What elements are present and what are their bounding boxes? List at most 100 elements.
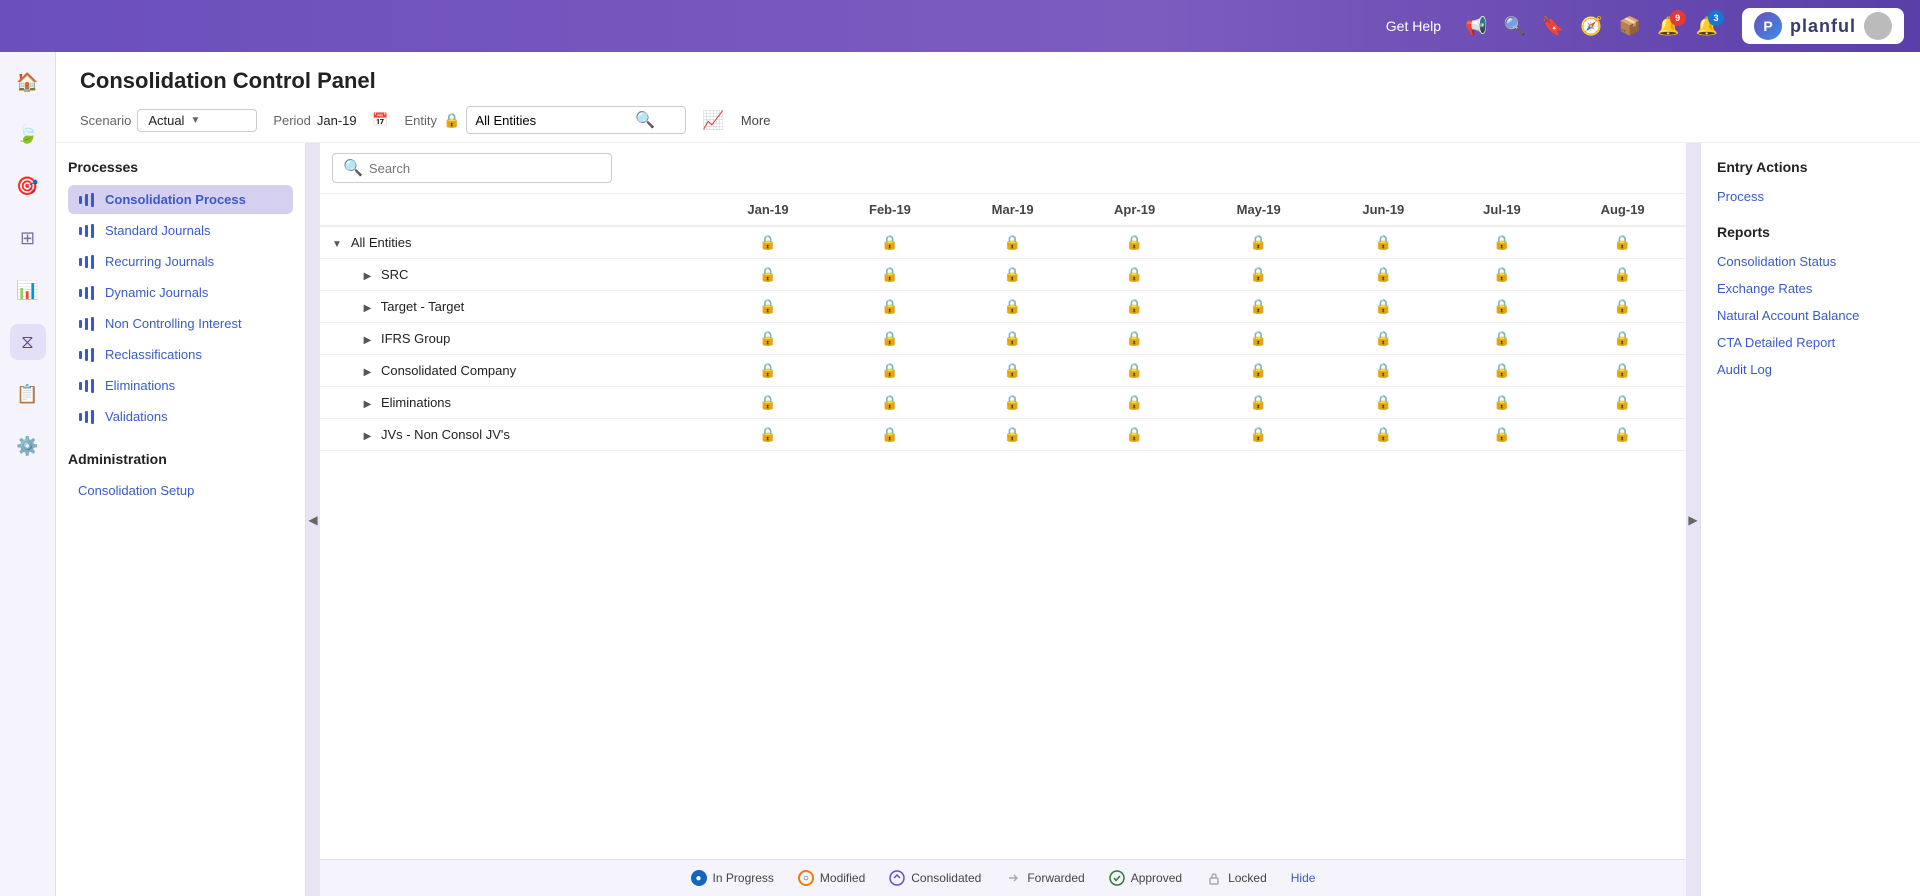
process-item-eliminations[interactable]: Eliminations bbox=[68, 371, 293, 400]
calendar-icon[interactable]: 📅 bbox=[372, 112, 388, 128]
nav-leaf-icon[interactable]: 🍃 bbox=[10, 116, 46, 152]
cell-ifrs-jan[interactable]: 🔒 bbox=[707, 323, 828, 355]
cell-jv-mar[interactable]: 🔒 bbox=[951, 419, 1074, 451]
cell-jv-apr[interactable]: 🔒 bbox=[1074, 419, 1195, 451]
table-search-input[interactable] bbox=[369, 161, 601, 176]
cell-jv-jul[interactable]: 🔒 bbox=[1445, 419, 1560, 451]
cell-tgt-may[interactable]: 🔒 bbox=[1195, 291, 1322, 323]
cell-cc-may[interactable]: 🔒 bbox=[1195, 355, 1322, 387]
cell-tgt-apr[interactable]: 🔒 bbox=[1074, 291, 1195, 323]
cell-src-jul[interactable]: 🔒 bbox=[1445, 259, 1560, 291]
expand-consolidated-btn[interactable]: ▶ bbox=[364, 367, 372, 378]
user-avatar[interactable] bbox=[1864, 12, 1892, 40]
cell-el-jan[interactable]: 🔒 bbox=[707, 387, 828, 419]
cell-tgt-jun[interactable]: 🔒 bbox=[1322, 291, 1445, 323]
announcements-icon[interactable]: 📢 bbox=[1465, 16, 1487, 37]
process-item-validations[interactable]: Validations bbox=[68, 402, 293, 431]
cell-tgt-jan[interactable]: 🔒 bbox=[707, 291, 828, 323]
process-item-reclassifications[interactable]: Reclassifications bbox=[68, 340, 293, 369]
consolidation-status-link[interactable]: Consolidation Status bbox=[1717, 250, 1904, 273]
process-item-recurring-journals[interactable]: Recurring Journals bbox=[68, 247, 293, 276]
cell-tgt-feb[interactable]: 🔒 bbox=[829, 291, 952, 323]
process-item-non-controlling-interest[interactable]: Non Controlling Interest bbox=[68, 309, 293, 338]
audit-log-link[interactable]: Audit Log bbox=[1717, 358, 1904, 381]
process-item-standard-journals[interactable]: Standard Journals bbox=[68, 216, 293, 245]
nav-chart-icon[interactable]: 📊 bbox=[10, 272, 46, 308]
collapse-right-handle[interactable]: ▶ bbox=[1686, 143, 1700, 896]
cell-ifrs-feb[interactable]: 🔒 bbox=[829, 323, 952, 355]
trend-icon[interactable]: 📈 bbox=[702, 110, 724, 131]
cell-all-aug[interactable]: 🔒 bbox=[1559, 226, 1686, 259]
table-search-wrap[interactable]: 🔍 bbox=[332, 153, 612, 183]
entity-search-input[interactable] bbox=[475, 113, 635, 128]
cell-jv-jan[interactable]: 🔒 bbox=[707, 419, 828, 451]
cell-el-feb[interactable]: 🔒 bbox=[829, 387, 952, 419]
cell-el-jun[interactable]: 🔒 bbox=[1322, 387, 1445, 419]
bookmark-icon[interactable]: 🔖 bbox=[1542, 16, 1564, 37]
legend-hide[interactable]: Hide bbox=[1291, 871, 1316, 885]
nav-settings-icon[interactable]: ⚙️ bbox=[10, 428, 46, 464]
more-button[interactable]: More bbox=[741, 113, 771, 128]
expand-jvs-btn[interactable]: ▶ bbox=[364, 431, 372, 442]
cell-all-may[interactable]: 🔒 bbox=[1195, 226, 1322, 259]
expand-ifrs-btn[interactable]: ▶ bbox=[364, 335, 372, 346]
cell-tgt-aug[interactable]: 🔒 bbox=[1559, 291, 1686, 323]
cell-ifrs-may[interactable]: 🔒 bbox=[1195, 323, 1322, 355]
expand-src-btn[interactable]: ▶ bbox=[364, 271, 372, 282]
cell-el-apr[interactable]: 🔒 bbox=[1074, 387, 1195, 419]
entity-search-box[interactable]: 🔍 bbox=[466, 106, 686, 134]
compass-icon[interactable]: 🧭 bbox=[1580, 16, 1602, 37]
scenario-dropdown[interactable]: Actual ▼ bbox=[137, 109, 257, 132]
collapse-left-handle[interactable]: ◀ bbox=[306, 143, 320, 896]
nav-target-icon[interactable]: 🎯 bbox=[10, 168, 46, 204]
cell-jv-aug[interactable]: 🔒 bbox=[1559, 419, 1686, 451]
cell-tgt-mar[interactable]: 🔒 bbox=[951, 291, 1074, 323]
cell-ifrs-mar[interactable]: 🔒 bbox=[951, 323, 1074, 355]
cell-all-apr[interactable]: 🔒 bbox=[1074, 226, 1195, 259]
exchange-rates-link[interactable]: Exchange Rates bbox=[1717, 277, 1904, 300]
process-link[interactable]: Process bbox=[1717, 185, 1904, 208]
process-item-dynamic-journals[interactable]: Dynamic Journals bbox=[68, 278, 293, 307]
consolidation-setup-link[interactable]: Consolidation Setup bbox=[68, 477, 293, 504]
notifications-icon[interactable]: 🔔 9 bbox=[1657, 16, 1679, 37]
alerts-icon[interactable]: 🔔 3 bbox=[1696, 16, 1718, 37]
cell-all-jun[interactable]: 🔒 bbox=[1322, 226, 1445, 259]
cta-detailed-report-link[interactable]: CTA Detailed Report bbox=[1717, 331, 1904, 354]
cell-el-mar[interactable]: 🔒 bbox=[951, 387, 1074, 419]
cell-cc-feb[interactable]: 🔒 bbox=[829, 355, 952, 387]
cell-cc-apr[interactable]: 🔒 bbox=[1074, 355, 1195, 387]
process-item-consolidation-process[interactable]: Consolidation Process bbox=[68, 185, 293, 214]
cell-cc-mar[interactable]: 🔒 bbox=[951, 355, 1074, 387]
nav-home-icon[interactable]: 🏠 bbox=[10, 64, 46, 100]
cell-src-jun[interactable]: 🔒 bbox=[1322, 259, 1445, 291]
cell-jv-feb[interactable]: 🔒 bbox=[829, 419, 952, 451]
cell-ifrs-jun[interactable]: 🔒 bbox=[1322, 323, 1445, 355]
cell-el-jul[interactable]: 🔒 bbox=[1445, 387, 1560, 419]
cell-src-mar[interactable]: 🔒 bbox=[951, 259, 1074, 291]
hide-label[interactable]: Hide bbox=[1291, 871, 1316, 885]
cell-ifrs-apr[interactable]: 🔒 bbox=[1074, 323, 1195, 355]
cell-src-jan[interactable]: 🔒 bbox=[707, 259, 828, 291]
nav-consolidation-icon[interactable]: ⧖ bbox=[10, 324, 46, 360]
expand-eliminations-btn[interactable]: ▶ bbox=[364, 399, 372, 410]
cell-cc-jun[interactable]: 🔒 bbox=[1322, 355, 1445, 387]
cell-all-mar[interactable]: 🔒 bbox=[951, 226, 1074, 259]
cell-cc-jan[interactable]: 🔒 bbox=[707, 355, 828, 387]
natural-account-balance-link[interactable]: Natural Account Balance bbox=[1717, 304, 1904, 327]
expand-target-btn[interactable]: ▶ bbox=[364, 303, 372, 314]
cell-jv-may[interactable]: 🔒 bbox=[1195, 419, 1322, 451]
cell-ifrs-aug[interactable]: 🔒 bbox=[1559, 323, 1686, 355]
cell-el-aug[interactable]: 🔒 bbox=[1559, 387, 1686, 419]
cell-ifrs-jul[interactable]: 🔒 bbox=[1445, 323, 1560, 355]
cell-src-may[interactable]: 🔒 bbox=[1195, 259, 1322, 291]
cell-src-feb[interactable]: 🔒 bbox=[829, 259, 952, 291]
get-help-label[interactable]: Get Help bbox=[1386, 18, 1441, 34]
expand-all-entities-btn[interactable]: ▼ bbox=[332, 239, 342, 250]
nav-grid-icon[interactable]: ⊞ bbox=[10, 220, 46, 256]
cell-tgt-jul[interactable]: 🔒 bbox=[1445, 291, 1560, 323]
entity-search-icon[interactable]: 🔍 bbox=[635, 110, 655, 130]
cell-el-may[interactable]: 🔒 bbox=[1195, 387, 1322, 419]
cell-cc-aug[interactable]: 🔒 bbox=[1559, 355, 1686, 387]
cell-all-jan[interactable]: 🔒 bbox=[707, 226, 828, 259]
cell-src-apr[interactable]: 🔒 bbox=[1074, 259, 1195, 291]
